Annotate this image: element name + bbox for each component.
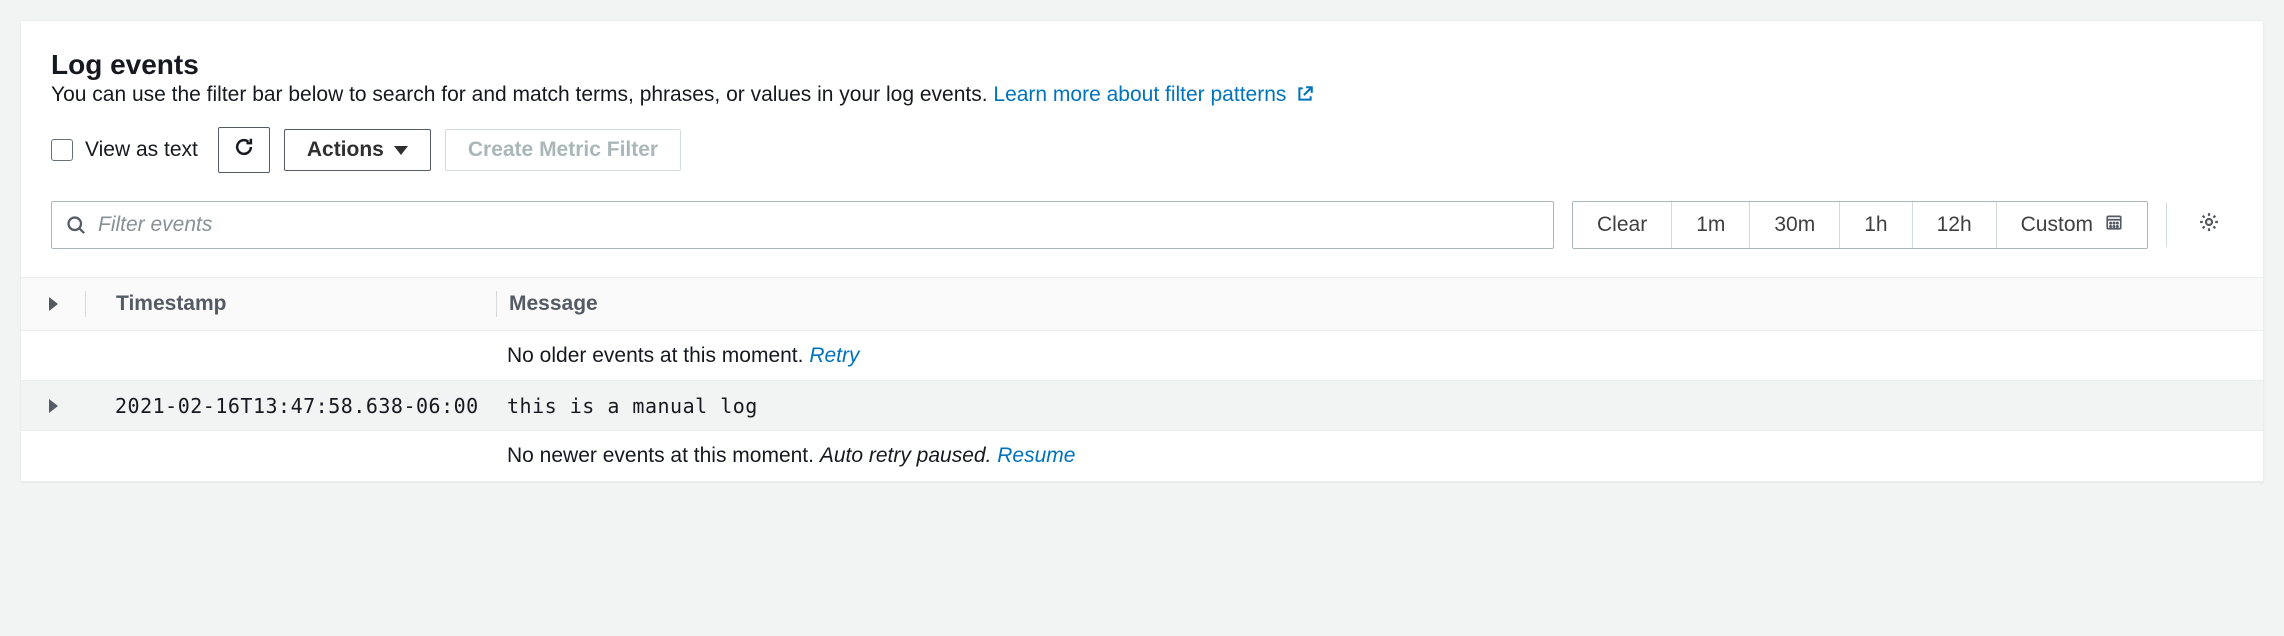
resume-link[interactable]: Resume [997, 444, 1075, 467]
table-row: No newer events at this moment. Auto ret… [21, 431, 2263, 481]
column-timestamp[interactable]: Timestamp [86, 292, 496, 316]
filter-events-input[interactable] [98, 213, 1539, 237]
calendar-icon [2105, 213, 2123, 237]
log-timestamp: 2021-02-16T13:47:58.638-06:00 [85, 394, 495, 418]
actions-dropdown[interactable]: Actions [284, 129, 431, 171]
checkbox-icon[interactable] [51, 139, 73, 161]
expand-row-toggle[interactable] [21, 399, 85, 413]
time-1m-button[interactable]: 1m [1672, 202, 1750, 248]
learn-more-link[interactable]: Learn more about filter patterns [993, 83, 1314, 106]
table-row: No older events at this moment. Retry [21, 331, 2263, 381]
create-metric-filter-button: Create Metric Filter [445, 129, 681, 171]
time-range-selector: Clear 1m 30m 1h 12h Custom [1572, 201, 2148, 249]
table-header: Timestamp Message [21, 277, 2263, 331]
external-link-icon [1296, 85, 1314, 109]
retry-link[interactable]: Retry [809, 344, 859, 367]
table-row[interactable]: 2021-02-16T13:47:58.638-06:00 this is a … [21, 381, 2263, 431]
log-message: this is a manual log [495, 394, 2263, 418]
toolbar: View as text Actions Create Metric Filte… [51, 127, 2233, 173]
filter-row: Clear 1m 30m 1h 12h Custom [51, 201, 2233, 249]
page-description: You can use the filter bar below to sear… [51, 83, 2233, 109]
gear-icon [2198, 211, 2220, 239]
no-older-events-message: No older events at this moment. Retry [495, 344, 2263, 368]
time-custom-button[interactable]: Custom [1997, 202, 2147, 248]
chevron-right-icon [49, 399, 58, 413]
time-12h-button[interactable]: 12h [1913, 202, 1997, 248]
log-events-table: Timestamp Message No older events at thi… [21, 277, 2263, 481]
page-title: Log events [51, 49, 2233, 81]
time-30m-button[interactable]: 30m [1750, 202, 1840, 248]
expand-all-toggle[interactable] [21, 297, 85, 311]
filter-input-container[interactable] [51, 201, 1554, 249]
log-events-panel: Log events You can use the filter bar be… [20, 20, 2264, 482]
settings-button[interactable] [2185, 201, 2233, 249]
time-clear-button[interactable]: Clear [1573, 202, 1672, 248]
chevron-down-icon [394, 146, 408, 155]
divider [2166, 203, 2167, 247]
refresh-button[interactable] [218, 127, 270, 173]
refresh-icon [233, 136, 255, 164]
view-as-text-toggle[interactable]: View as text [51, 138, 198, 162]
column-message[interactable]: Message [497, 292, 2263, 316]
panel-header: Log events You can use the filter bar be… [51, 49, 2233, 109]
chevron-right-icon [49, 297, 58, 311]
search-icon [66, 215, 86, 235]
no-newer-events-message: No newer events at this moment. Auto ret… [495, 444, 2263, 468]
time-1h-button[interactable]: 1h [1840, 202, 1912, 248]
